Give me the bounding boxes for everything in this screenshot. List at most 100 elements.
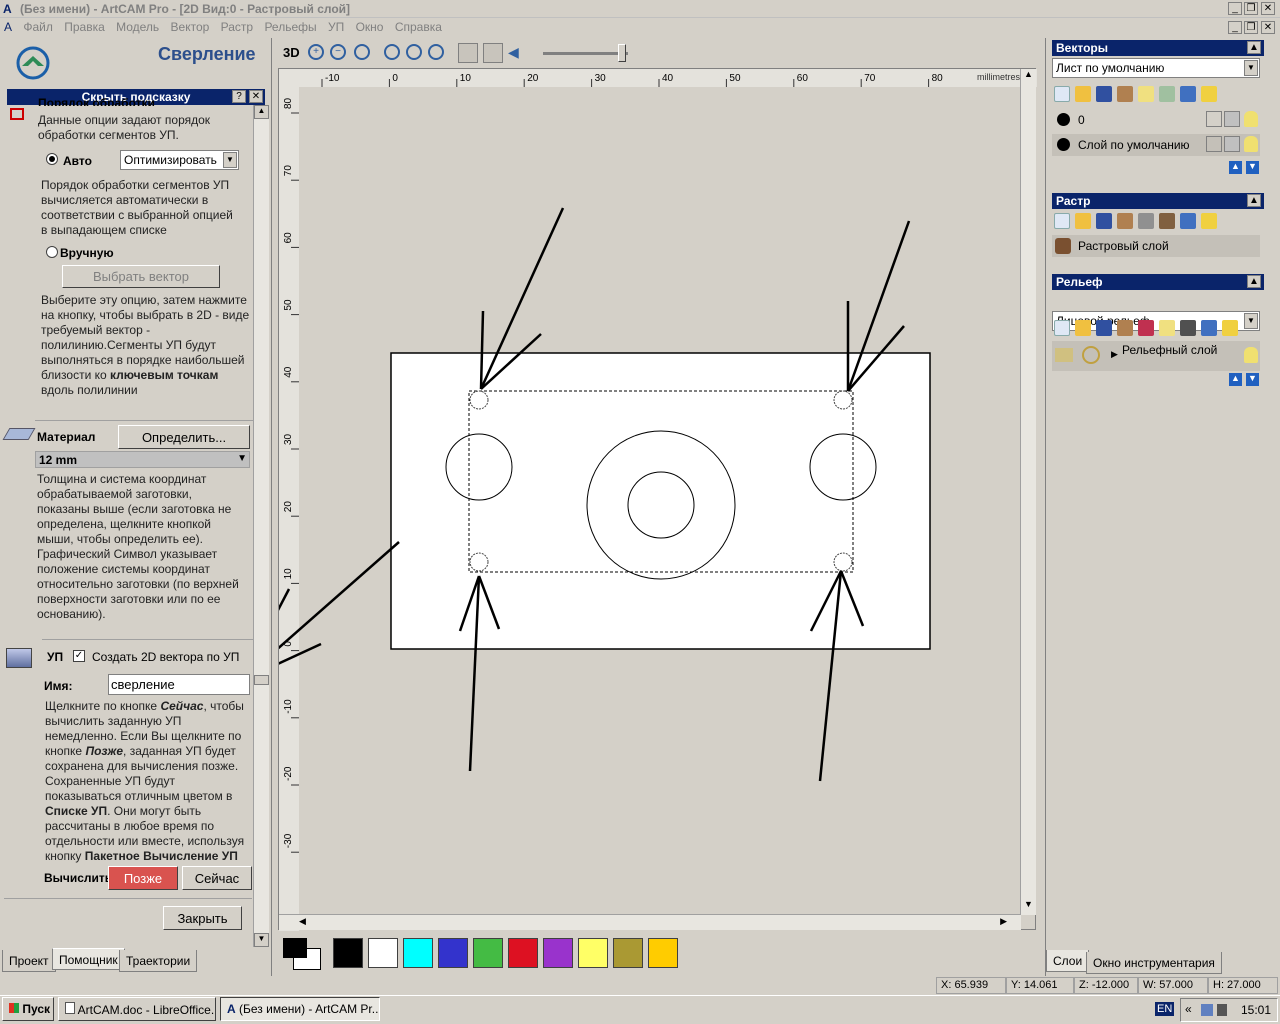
layer-row-default[interactable]: Слой по умолчанию — [1052, 134, 1260, 156]
mdi-minimize-icon[interactable]: _ — [1228, 21, 1242, 34]
view-v-scrollbar[interactable]: ▲ ▼ — [1020, 69, 1036, 915]
fg-bg-color-icon[interactable] — [283, 938, 323, 970]
lock-icon[interactable] — [1206, 111, 1222, 127]
taskbar-item-artcam[interactable]: A (Без имени) - ArtCAM Pr... — [220, 997, 380, 1021]
palette-swatch[interactable] — [473, 938, 503, 968]
start-button[interactable]: Пуск — [2, 997, 54, 1021]
paste-relief-icon[interactable] — [1117, 320, 1133, 336]
vectors-header[interactable]: Векторы — [1052, 40, 1264, 56]
raster-layer-row[interactable]: Растровый слой — [1052, 235, 1260, 257]
auto-order-select[interactable]: Оптимизировать ▼ — [120, 150, 239, 170]
bulb-on-icon[interactable] — [1244, 136, 1258, 152]
menu-vector[interactable]: Вектор — [167, 18, 214, 34]
palette-swatch[interactable] — [543, 938, 573, 968]
bulb-icon[interactable] — [1201, 213, 1217, 229]
relief-collapse-icon[interactable]: ▲ — [1247, 275, 1261, 288]
combine-relief-icon[interactable] — [1138, 320, 1154, 336]
menu-raster[interactable]: Растр — [217, 18, 257, 34]
palette-swatch[interactable] — [508, 938, 538, 968]
palette-swatch[interactable] — [403, 938, 433, 968]
save-relief-icon[interactable] — [1096, 320, 1112, 336]
tab-layers[interactable]: Слои — [1046, 950, 1090, 972]
pen-icon[interactable] — [1224, 136, 1240, 152]
properties-icon[interactable] — [1159, 86, 1175, 102]
delete-relief-icon[interactable] — [1201, 320, 1217, 336]
view-h-scrollbar[interactable]: ◀ ▶ — [279, 914, 1021, 930]
bulb-on-icon[interactable] — [1244, 347, 1258, 363]
zoom-window-icon[interactable] — [406, 44, 422, 60]
define-material-button[interactable]: Определить... — [118, 425, 250, 449]
zoom-out-icon[interactable]: − — [330, 44, 346, 60]
palette-swatch[interactable] — [438, 938, 468, 968]
vectors-collapse-icon[interactable]: ▲ — [1247, 41, 1261, 54]
vectors-sheet-select[interactable]: Лист по умолчанию ▼ — [1052, 58, 1260, 78]
camera-relief-icon[interactable] — [1180, 320, 1196, 336]
paste-raster-icon[interactable] — [1117, 213, 1133, 229]
palette-swatch[interactable] — [648, 938, 678, 968]
assistant-scrollbar[interactable]: ▲ ▼ — [253, 105, 269, 947]
new-raster-icon[interactable] — [1054, 213, 1070, 229]
view-scroll-up-icon[interactable]: ▲ — [1021, 69, 1036, 85]
tab-project[interactable]: Проект — [2, 950, 56, 972]
volume-icon[interactable] — [1217, 1004, 1227, 1016]
delete-layer-icon[interactable] — [1180, 86, 1196, 102]
hint-help-icon[interactable]: ? — [232, 90, 246, 103]
arrow-back-icon[interactable]: ◀ — [508, 44, 519, 61]
bulb-icon[interactable] — [1222, 320, 1238, 336]
delete-raster-icon[interactable] — [1180, 213, 1196, 229]
restore-icon[interactable]: ❐ — [1244, 2, 1258, 15]
now-button[interactable]: Сейчас — [182, 866, 252, 890]
palette-swatch[interactable] — [333, 938, 363, 968]
material-thickness-bar[interactable]: 12 mm ▼ — [35, 451, 250, 468]
move-up-icon[interactable]: ▲ — [1229, 161, 1242, 174]
bulb-on-icon[interactable] — [1244, 111, 1258, 127]
create-2d-checkbox[interactable]: ✓ — [73, 650, 85, 662]
zoom-slider-thumb[interactable] — [618, 44, 626, 62]
menu-edit[interactable]: Правка — [60, 18, 109, 34]
hint-close-icon[interactable]: ✕ — [249, 90, 263, 103]
close-icon[interactable]: ✕ — [1261, 2, 1275, 15]
light-relief-icon[interactable] — [1159, 320, 1175, 336]
view-scroll-left-icon[interactable]: ◀ — [299, 916, 306, 927]
raster-collapse-icon[interactable]: ▲ — [1247, 194, 1261, 207]
toolpath-name-input[interactable] — [108, 674, 250, 695]
mdi-restore-icon[interactable]: ❐ — [1244, 21, 1258, 34]
tab-toolbox[interactable]: Окно инструментария — [1086, 952, 1222, 974]
save-raster-icon[interactable] — [1096, 213, 1112, 229]
scroll-down-icon[interactable]: ▼ — [254, 933, 269, 947]
bulb-icon[interactable] — [1201, 86, 1217, 102]
language-indicator[interactable]: EN — [1155, 1002, 1175, 1016]
menu-toolpath[interactable]: УП — [324, 18, 348, 34]
app-menu-icon[interactable]: A — [0, 18, 16, 34]
2d-view[interactable]: -10 0 10 20 30 40 50 60 70 80 80 70 60 50 40 30 20 10 0 -1… — [278, 68, 1037, 931]
view-scroll-right-icon[interactable]: ▶ — [1000, 916, 1007, 927]
light-icon[interactable] — [1138, 86, 1154, 102]
close-button[interactable]: Закрыть — [163, 906, 242, 930]
minimize-icon[interactable]: _ — [1228, 2, 1242, 15]
menu-help[interactable]: Справка — [391, 18, 446, 34]
view-3d-button[interactable]: 3D — [283, 45, 300, 60]
snap-grid-icon[interactable] — [458, 43, 478, 63]
palette-swatch[interactable] — [578, 938, 608, 968]
palette-swatch[interactable] — [613, 938, 643, 968]
zoom-all-icon[interactable] — [428, 44, 444, 60]
zoom-previous-icon[interactable] — [354, 44, 370, 60]
menu-reliefs[interactable]: Рельефы — [260, 18, 320, 34]
snap-object-icon[interactable] — [483, 43, 503, 63]
lock-icon[interactable] — [1206, 136, 1222, 152]
layer-row-0[interactable]: 0 — [1052, 110, 1260, 130]
tab-assistant[interactable]: Помощник — [52, 948, 125, 970]
workpiece-rect[interactable] — [390, 352, 931, 650]
paste-layer-icon[interactable] — [1117, 86, 1133, 102]
pen-icon[interactable] — [1224, 111, 1240, 127]
mdi-close-icon[interactable]: ✕ — [1261, 21, 1275, 34]
open-relief-icon[interactable] — [1075, 320, 1091, 336]
auto-radio[interactable] — [46, 153, 58, 165]
open-layer-icon[interactable] — [1075, 86, 1091, 102]
taskbar-item-writer[interactable]: ArtCAM.doc - LibreOffice... — [58, 997, 216, 1021]
move-down-icon[interactable]: ▼ — [1246, 161, 1259, 174]
zoom-in-icon[interactable]: + — [308, 44, 324, 60]
menu-file[interactable]: Файл — [19, 18, 57, 34]
select-vector-button[interactable]: Выбрать вектор — [62, 265, 220, 288]
raster-header[interactable]: Растр — [1052, 193, 1264, 209]
